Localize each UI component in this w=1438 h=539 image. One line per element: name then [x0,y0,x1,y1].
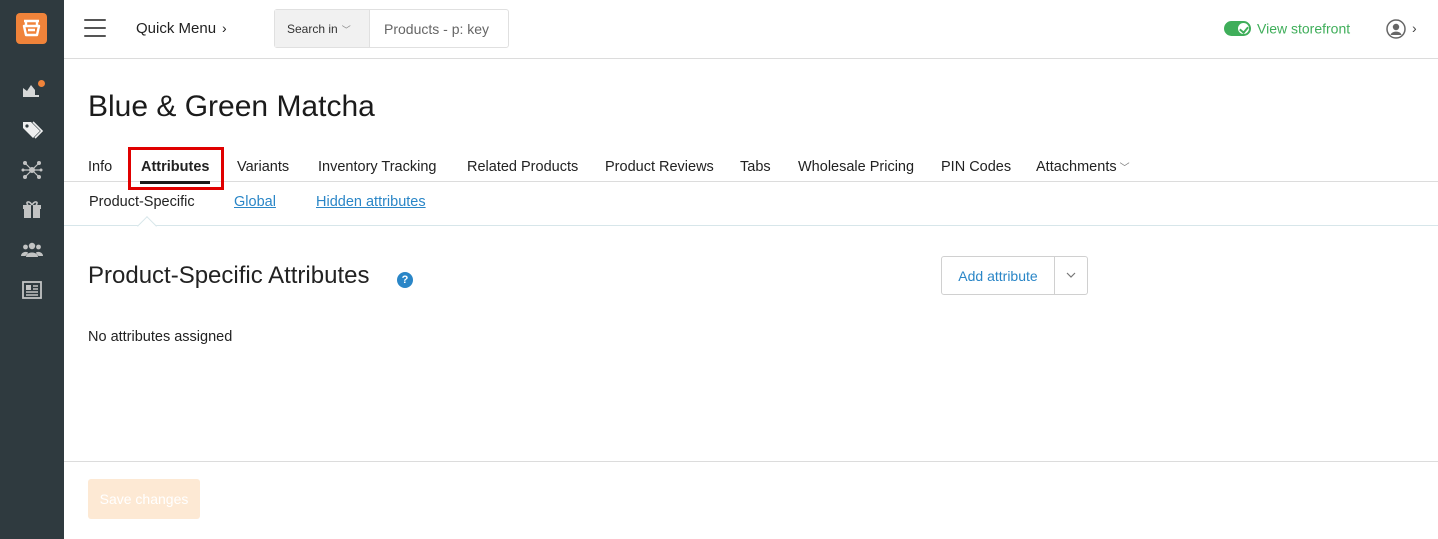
app-logo[interactable] [16,13,47,44]
sidebar [0,0,64,539]
product-tabs: Info Attributes Variants Inventory Track… [64,148,1438,182]
tab-info[interactable]: Info [88,159,112,175]
tab-attachments-label: Attachments [1036,159,1117,175]
tab-pin-codes[interactable]: PIN Codes [941,159,1011,175]
tags-icon[interactable] [20,117,44,141]
user-avatar-icon[interactable] [1386,19,1406,39]
chevron-down-icon: ﹀ [341,25,351,35]
notification-dot [38,80,45,87]
subtab-hidden-attributes[interactable]: Hidden attributes [316,194,426,210]
page-title: Blue & Green Matcha [88,90,375,123]
tab-variants[interactable]: Variants [237,159,289,175]
footer-divider [64,461,1438,462]
tab-product-reviews[interactable]: Product Reviews [605,159,714,175]
quick-menu-button[interactable]: Quick Menu › [136,20,227,37]
newspaper-icon[interactable] [20,278,44,302]
search-box: Search in ﹀ [274,9,509,48]
empty-state-message: No attributes assigned [88,329,233,345]
tab-attachments[interactable]: Attachments ﹀ [1036,159,1130,175]
toggle-on-icon [1224,20,1251,36]
tab-inventory-tracking[interactable]: Inventory Tracking [318,159,436,175]
network-icon[interactable] [20,158,44,182]
save-changes-button[interactable]: Save changes [88,479,200,519]
section-title: Product-Specific Attributes [88,262,370,289]
add-attribute-group: Add attribute [941,256,1088,295]
chevron-right-icon[interactable]: › [1412,20,1417,36]
help-icon[interactable]: ? [397,272,413,288]
chevron-down-icon: ﹀ [1119,163,1130,174]
attribute-subtabs: Product-Specific Global Hidden attribute… [64,182,1438,226]
gift-icon[interactable] [20,198,44,222]
add-attribute-dropdown-toggle[interactable] [1054,257,1087,294]
hamburger-menu-icon[interactable] [84,19,106,37]
cart-logo-icon [22,19,41,37]
chevron-right-icon: › [222,20,227,36]
add-attribute-button[interactable]: Add attribute [942,257,1054,294]
search-scope-label: Search in [287,22,338,36]
view-storefront-label: View storefront [1257,20,1351,37]
top-bar: Quick Menu › Search in﹀ View storefront › [64,0,1438,59]
users-icon[interactable] [20,238,44,262]
subtab-global[interactable]: Global [234,194,276,210]
quick-menu-label: Quick Menu [136,20,217,37]
tab-wholesale-pricing[interactable]: Wholesale Pricing [798,159,914,175]
search-scope-dropdown[interactable]: Search in ﹀ [275,10,370,47]
subtab-product-specific[interactable]: Product-Specific [89,194,195,210]
search-input[interactable] [371,10,508,47]
chevron-down-icon [1066,272,1076,278]
view-storefront-toggle[interactable]: View storefront [1224,19,1350,39]
tab-related-products[interactable]: Related Products [467,159,578,175]
tab-tabs[interactable]: Tabs [740,159,771,175]
